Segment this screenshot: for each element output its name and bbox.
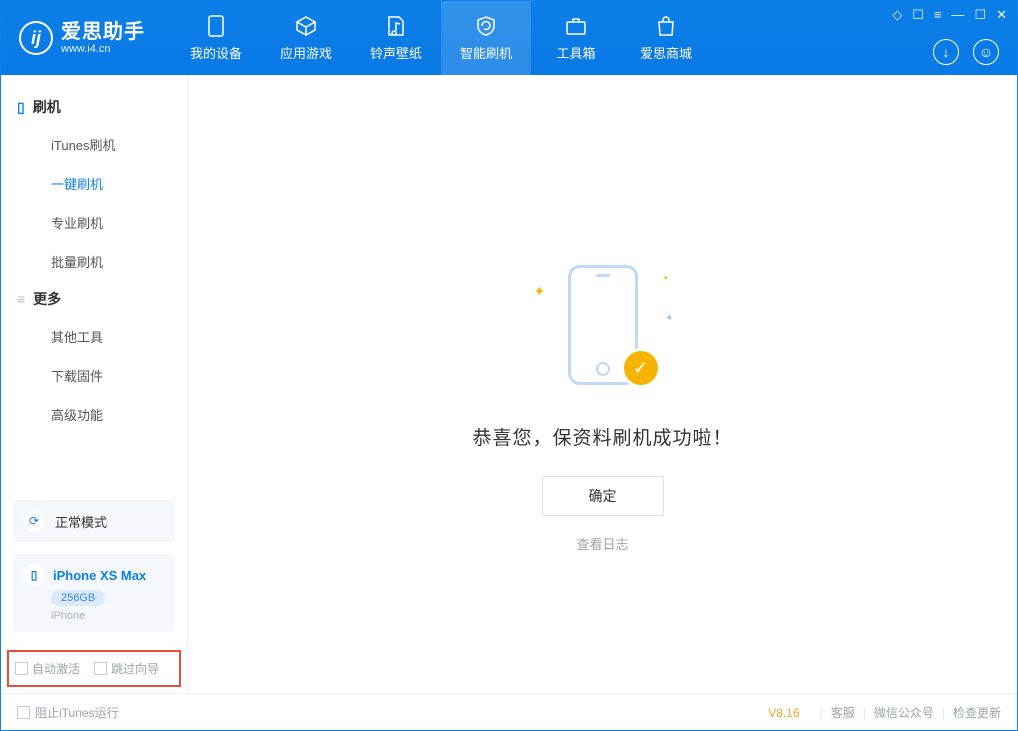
device-icon [205,15,227,37]
download-icon[interactable]: ↓ [933,39,959,65]
main-content: ✦ ✦ • ✓ 恭喜您，保资料刷机成功啦！ 确定 查看日志 [188,75,1017,693]
cube-icon [295,15,317,37]
device-name: iPhone XS Max [53,568,146,583]
mode-card[interactable]: ⟳ 正常模式 [13,500,175,542]
device-type: iPhone [51,610,85,622]
checkbox-label: 自动激活 [32,660,80,677]
logo-icon: ij [19,21,53,55]
tab-toolbox[interactable]: 工具箱 [531,1,621,75]
group-title: 更多 [33,289,61,309]
device-card[interactable]: ▯ iPhone XS Max 256GB iPhone [13,554,175,632]
tab-ringtones-wallpapers[interactable]: 铃声壁纸 [351,1,441,75]
phone-icon: ▯ [17,99,25,116]
mode-icon: ⟳ [23,510,45,532]
music-file-icon [385,15,407,37]
list-icon: ≡ [17,291,25,307]
tab-apps-games[interactable]: 应用游戏 [261,1,351,75]
sidebar: ▯ 刷机 iTunes刷机 一键刷机 专业刷机 批量刷机 ≡ 更多 其他工具 下… [1,75,188,693]
tab-store[interactable]: 爱思商城 [621,1,711,75]
minimize-button[interactable]: — [951,7,964,23]
refresh-shield-icon [475,15,497,37]
feedback-icon[interactable]: ☐ [912,7,924,23]
sidebar-item-advanced[interactable]: 高级功能 [1,395,187,434]
sidebar-item-other-tools[interactable]: 其他工具 [1,317,187,356]
bag-icon [655,15,677,37]
sidebar-tree: ▯ 刷机 iTunes刷机 一键刷机 专业刷机 批量刷机 ≡ 更多 其他工具 下… [1,75,187,438]
checkbox-label: 阻止iTunes运行 [35,704,119,721]
group-title: 刷机 [33,97,61,117]
device-storage: 256GB [51,590,105,606]
sparkle-icon: ✦ [534,283,546,300]
success-panel: ✦ ✦ • ✓ 恭喜您，保资料刷机成功啦！ 确定 查看日志 [188,265,1017,553]
skin-icon[interactable]: ◇ [892,7,902,23]
sidebar-item-batch-flash[interactable]: 批量刷机 [1,242,187,281]
maximize-button[interactable]: ☐ [974,7,986,23]
flash-options: 自动激活 跳过向导 [7,650,181,687]
wechat-link[interactable]: 微信公众号 [874,704,934,721]
tab-label: 应用游戏 [280,43,332,62]
auto-activate-checkbox[interactable]: 自动激活 [15,660,80,677]
checkbox-icon [17,706,30,719]
check-update-link[interactable]: 检查更新 [953,704,1001,721]
tab-label: 智能刷机 [460,43,512,62]
success-message: 恭喜您，保资料刷机成功啦！ [188,423,1017,450]
success-illustration: ✦ ✦ • ✓ [528,265,678,395]
checkbox-icon [94,662,107,675]
tab-label: 爱思商城 [640,43,692,62]
window-controls: ◇ ☐ ≡ — ☐ ✕ [892,7,1007,23]
sidebar-item-download-firmware[interactable]: 下载固件 [1,356,187,395]
sidebar-item-itunes-flash[interactable]: iTunes刷机 [1,125,187,164]
sparkle-icon: ✦ [665,313,673,324]
user-icon[interactable]: ☺ [973,39,999,65]
block-itunes-checkbox[interactable]: 阻止iTunes运行 [17,704,119,721]
device-icon: ▯ [23,564,45,586]
view-log-link[interactable]: 查看日志 [188,534,1017,553]
app-header: ij 爱思助手 www.i4.cn 我的设备 应用游戏 铃声壁纸 智能刷机 工具… [1,1,1017,75]
app-url: www.i4.cn [61,43,145,55]
tab-label: 我的设备 [190,43,242,62]
checkbox-icon [15,662,28,675]
support-link[interactable]: 客服 [831,704,855,721]
skip-guide-checkbox[interactable]: 跳过向导 [94,660,159,677]
tab-smart-flash[interactable]: 智能刷机 [441,1,531,75]
tab-label: 铃声壁纸 [370,43,422,62]
sidebar-group-more[interactable]: ≡ 更多 [1,281,187,317]
menu-icon[interactable]: ≡ [934,7,942,23]
status-bar: 阻止iTunes运行 V8.16 | 客服 | 微信公众号 | 检查更新 [1,693,1017,731]
check-badge-icon: ✓ [624,351,658,385]
checkbox-label: 跳过向导 [111,660,159,677]
nav-tabs: 我的设备 应用游戏 铃声壁纸 智能刷机 工具箱 爱思商城 [171,1,711,75]
app-body: ▯ 刷机 iTunes刷机 一键刷机 专业刷机 批量刷机 ≡ 更多 其他工具 下… [1,75,1017,693]
app-name: 爱思助手 [61,21,145,43]
sparkle-icon: • [664,273,668,284]
header-actions: ↓ ☺ [933,39,999,65]
tab-my-device[interactable]: 我的设备 [171,1,261,75]
version-label: V8.16 [768,706,799,720]
sidebar-group-flash[interactable]: ▯ 刷机 [1,89,187,125]
sidebar-item-pro-flash[interactable]: 专业刷机 [1,203,187,242]
mode-label: 正常模式 [55,512,107,531]
sidebar-item-one-click-flash[interactable]: 一键刷机 [1,164,187,203]
toolbox-icon [565,15,587,37]
tab-label: 工具箱 [556,43,595,62]
app-logo: ij 爱思助手 www.i4.cn [1,1,163,75]
ok-button[interactable]: 确定 [542,476,664,516]
close-button[interactable]: ✕ [996,7,1007,23]
